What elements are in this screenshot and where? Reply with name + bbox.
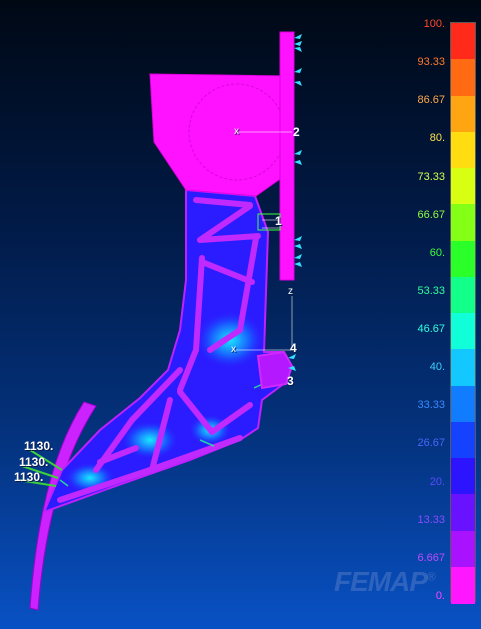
legend-color-band: [451, 349, 475, 386]
node-label-3: 3: [287, 374, 294, 388]
legend-color-band: [451, 131, 475, 169]
femap-watermark: FEMAP®: [334, 566, 436, 598]
top-plate: [149, 73, 291, 197]
axis-label-x-top: x: [234, 126, 239, 137]
legend-color-band: [451, 240, 475, 278]
legend-value-label: 93.33: [417, 56, 445, 69]
legend-value-label: 100.: [423, 18, 445, 30]
legend-value-label: 60.: [429, 246, 445, 259]
legend-color-band: [451, 59, 475, 96]
legend-value-label: 20.: [429, 475, 445, 488]
legend-value-label: 73.33: [417, 170, 445, 183]
legend-value-label: 66.67: [417, 208, 445, 221]
legend-value-label: 40.: [429, 361, 445, 374]
node-label-4: 4: [290, 341, 297, 355]
legend-value-label: 0.: [435, 590, 445, 602]
axis-label-x-mid: x: [231, 344, 236, 355]
node-label-1: 1: [275, 214, 282, 228]
legend-color-band: [451, 566, 475, 604]
legend-color-band: [451, 385, 475, 423]
registered-mark: ®: [427, 569, 436, 584]
contour-legend-bar: [450, 22, 476, 604]
legend-color-band: [451, 276, 475, 314]
legend-color-band: [451, 204, 475, 241]
legend-color-band: [451, 494, 475, 531]
legend-color-band: [451, 23, 475, 60]
legend-color-band: [451, 530, 475, 568]
legend-value-label: 86.67: [417, 94, 445, 107]
legend-color-band: [451, 168, 475, 205]
load-label: 1130.: [19, 455, 49, 469]
load-label: 1130.: [24, 439, 54, 453]
legend-value-label: 46.67: [417, 323, 445, 336]
legend-color-band: [451, 421, 475, 459]
legend-color-band: [451, 95, 475, 133]
mount-strip: [279, 31, 295, 281]
legend-value-label: 6.667: [417, 551, 445, 564]
legend-color-band: [451, 458, 475, 495]
load-label: 1130.: [14, 470, 44, 484]
legend-value-label: 13.33: [417, 513, 445, 526]
fe-model-canvas[interactable]: [0, 0, 481, 629]
node-label-2: 2: [293, 125, 300, 139]
model-viewport[interactable]: FEMAP® 1 2 3 4 z x x 1130. 1130. 1130.: [0, 0, 481, 629]
legend-value-label: 33.33: [417, 399, 445, 412]
axis-label-z: z: [288, 286, 293, 297]
legend-value-label: 80.: [429, 132, 445, 145]
legend-value-label: 53.33: [417, 284, 445, 297]
legend-value-label: 26.67: [417, 437, 445, 450]
legend-color-band: [451, 313, 475, 350]
watermark-text: FEMAP: [334, 566, 428, 597]
